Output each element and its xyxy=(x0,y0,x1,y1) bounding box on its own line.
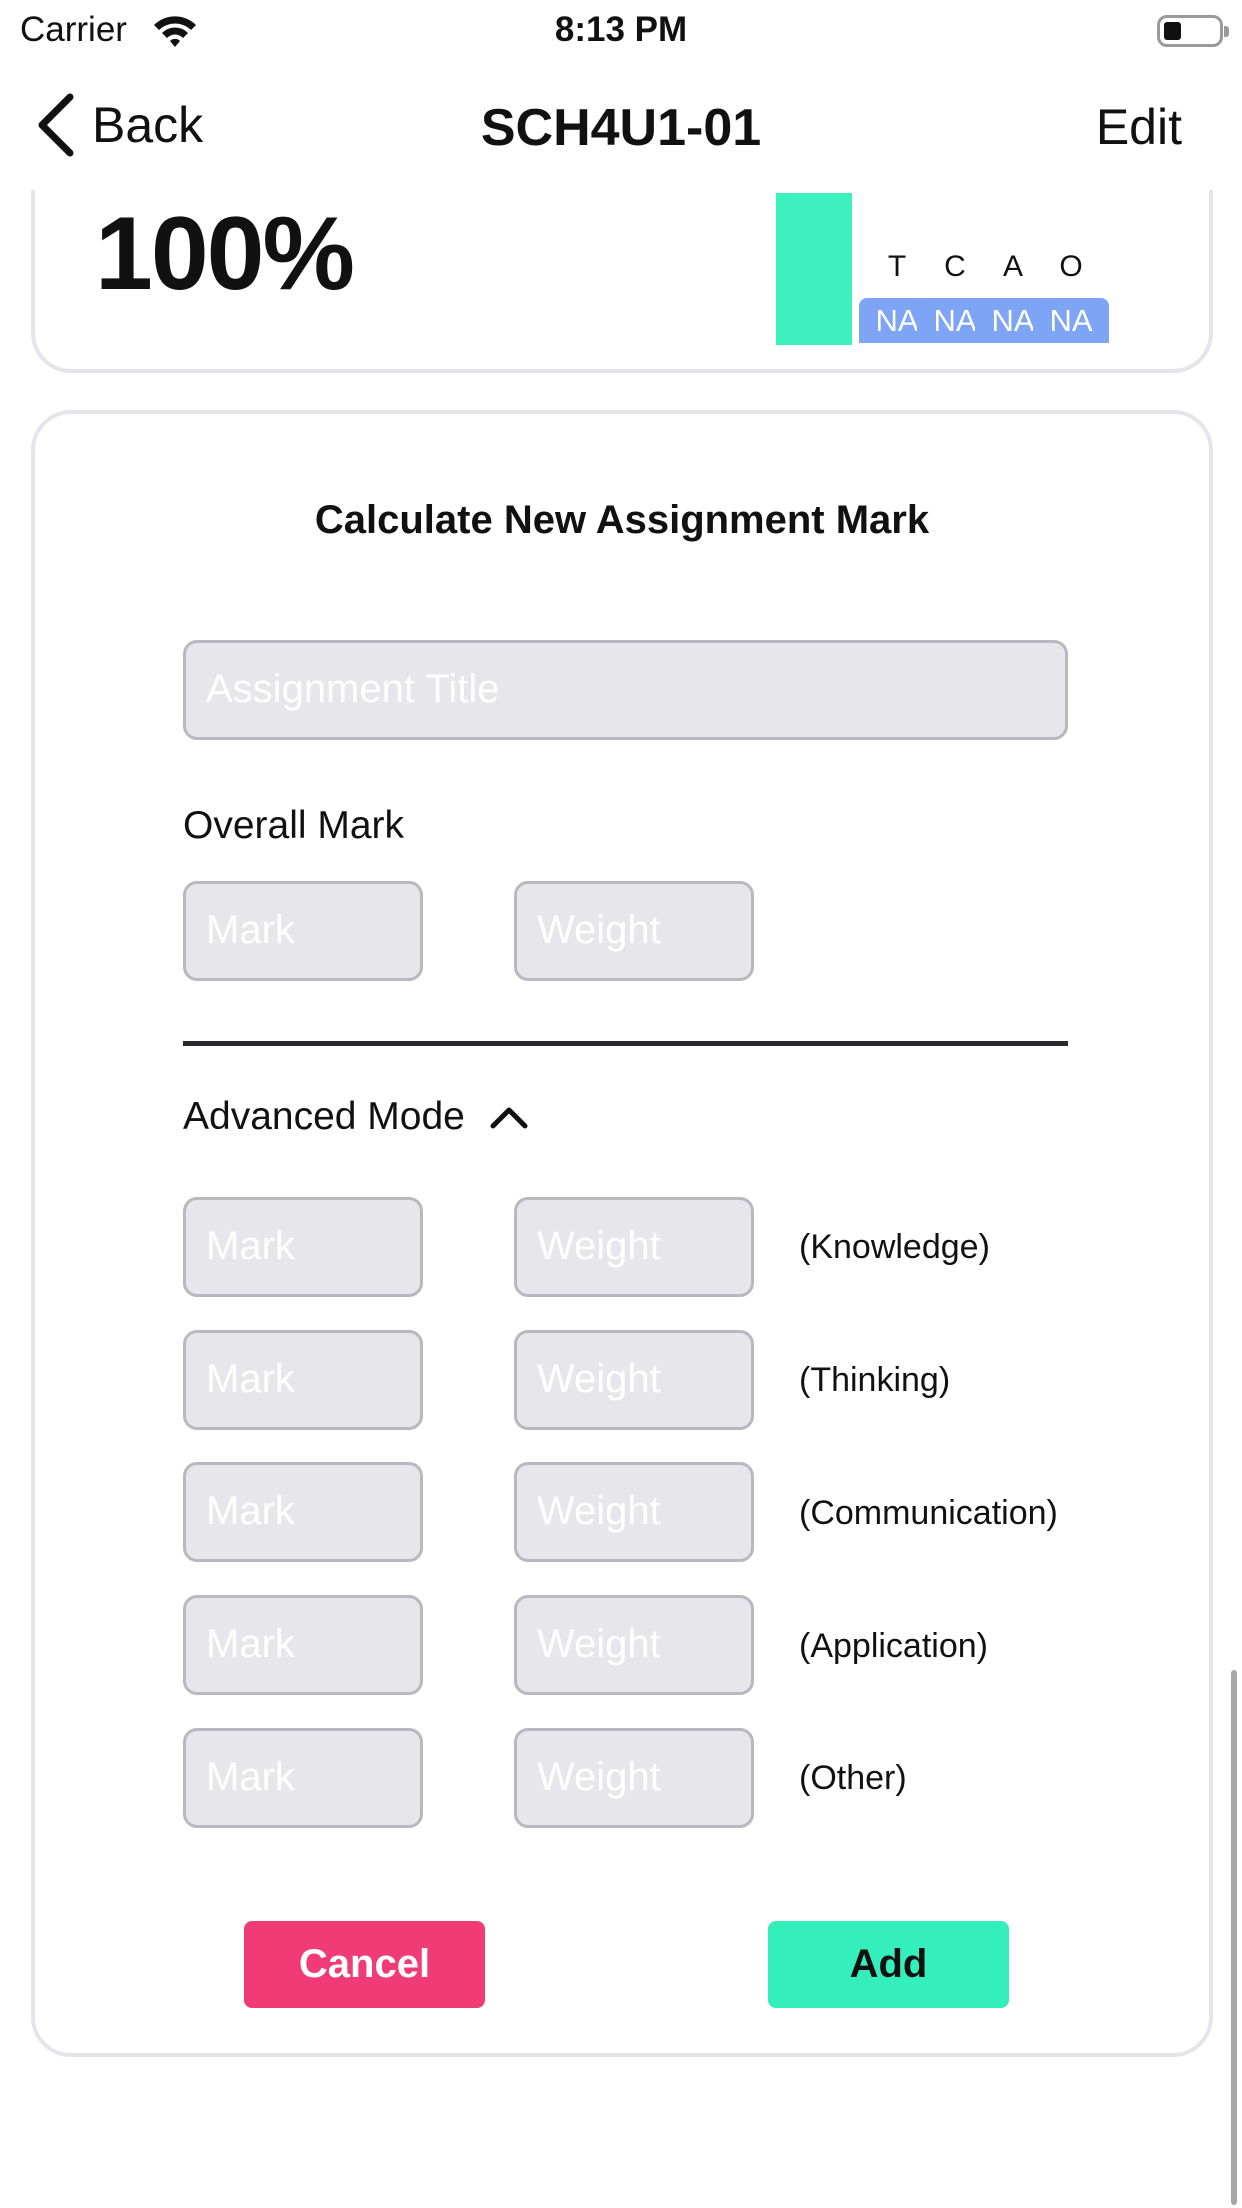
communication-weight-input[interactable]: Weight xyxy=(514,1462,754,1562)
scrollbar[interactable] xyxy=(1231,1670,1237,2205)
knowledge-label: (Knowledge) xyxy=(799,1228,990,1266)
application-label: (Application) xyxy=(799,1627,988,1665)
thinking-weight-input[interactable]: Weight xyxy=(514,1330,754,1430)
overall-weight-input[interactable]: Weight xyxy=(514,881,754,981)
overall-mark-label: Overall Mark xyxy=(183,804,405,847)
knowledge-mark-input[interactable]: Mark xyxy=(183,1197,423,1297)
advanced-mode-label: Advanced Mode xyxy=(183,1095,465,1138)
communication-label: (Communication) xyxy=(799,1494,1058,1532)
application-mark-input[interactable]: Mark xyxy=(183,1595,423,1695)
thinking-label: (Thinking) xyxy=(799,1361,951,1399)
category-value-o: NA xyxy=(1033,298,1109,343)
overall-mark-input[interactable]: Mark xyxy=(183,881,423,981)
overall-percent: 100% xyxy=(95,196,355,312)
chevron-up-icon xyxy=(490,1107,528,1129)
overall-bar xyxy=(776,193,852,345)
advanced-mode-toggle[interactable]: Advanced Mode xyxy=(183,1095,529,1139)
battery-icon xyxy=(1157,15,1229,47)
cancel-button[interactable]: Cancel xyxy=(244,1921,485,2008)
communication-mark-input[interactable]: Mark xyxy=(183,1462,423,1562)
new-assignment-card: Calculate New Assignment Mark Assignment… xyxy=(31,410,1213,2057)
page-title: SCH4U1-01 xyxy=(480,99,762,157)
navigation-bar: Back SCH4U1-01 Edit xyxy=(0,60,1242,190)
category-letter-o: O xyxy=(1059,250,1083,283)
other-mark-input[interactable]: Mark xyxy=(183,1728,423,1828)
divider xyxy=(183,1041,1068,1046)
form-title: Calculate New Assignment Mark xyxy=(314,498,930,542)
add-button[interactable]: Add xyxy=(768,1921,1009,2008)
edit-button[interactable]: Edit xyxy=(1096,98,1182,156)
other-weight-input[interactable]: Weight xyxy=(514,1728,754,1828)
clock: 8:13 PM xyxy=(554,10,688,49)
other-label: (Other) xyxy=(799,1759,907,1797)
assignment-title-input[interactable]: Assignment Title xyxy=(183,640,1068,740)
application-weight-input[interactable]: Weight xyxy=(514,1595,754,1695)
thinking-mark-input[interactable]: Mark xyxy=(183,1330,423,1430)
knowledge-weight-input[interactable]: Weight xyxy=(514,1197,754,1297)
status-bar: Carrier 8:13 PM xyxy=(0,0,1242,60)
